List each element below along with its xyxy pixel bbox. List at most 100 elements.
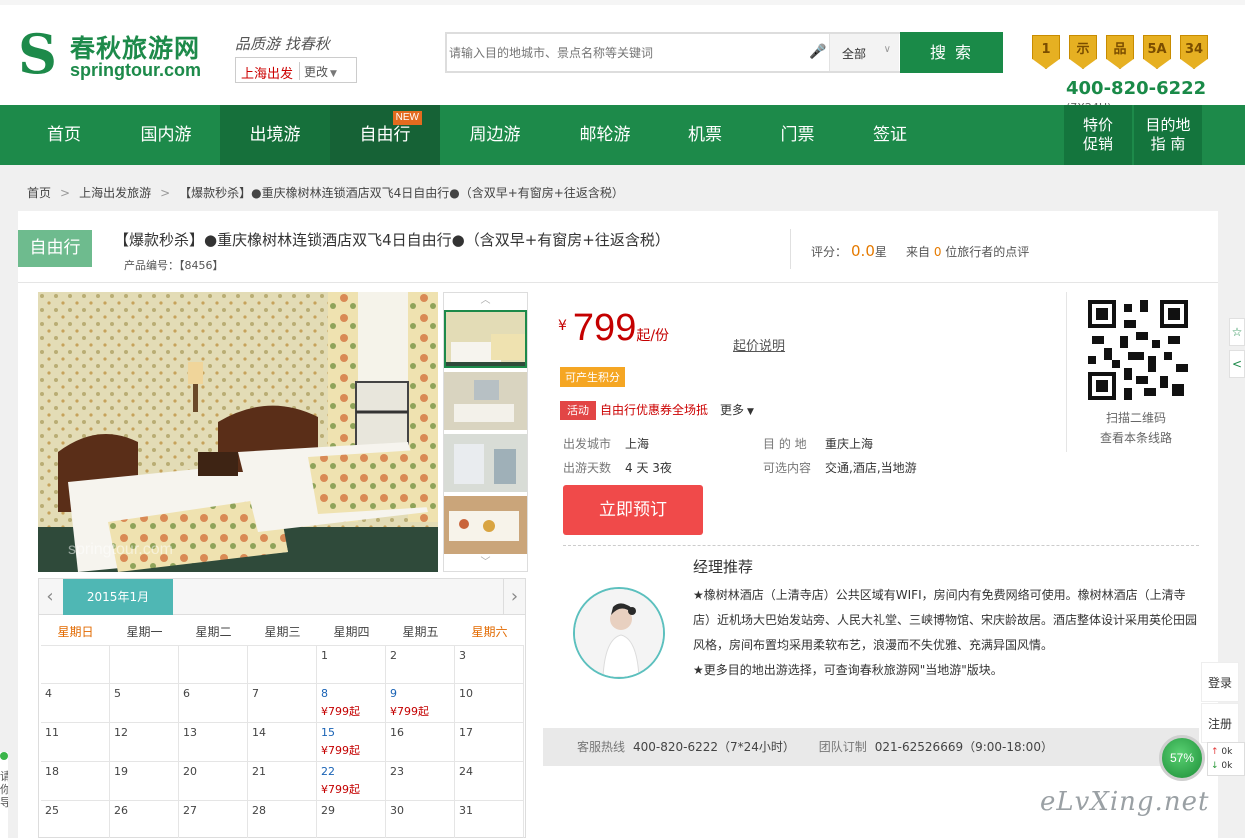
- site-logo[interactable]: S 春秋旅游网 springtour.com: [18, 27, 218, 83]
- thumb-scroll-up-icon[interactable]: ︿: [444, 293, 527, 309]
- certification-badge[interactable]: 品: [1106, 35, 1134, 69]
- group-order-phone: 021-62526669（9:00-18:00）: [874, 740, 1053, 754]
- product-type-tag: 自由行: [18, 230, 92, 267]
- calendar-day-number: 16: [390, 726, 404, 739]
- calendar-day: 1: [317, 645, 386, 684]
- slogan: 品质游 找春秋: [235, 35, 330, 53]
- calendar-day-price: ¥799起: [321, 705, 360, 718]
- nav-right-item[interactable]: 目的地指 南: [1134, 105, 1202, 165]
- photo-thumbnail[interactable]: [444, 372, 527, 430]
- calendar-next-icon[interactable]: ›: [503, 579, 525, 615]
- departure-city-info: 出发城市 上海: [563, 437, 650, 451]
- nav-item[interactable]: 出境游: [220, 105, 330, 165]
- calendar-day-price: ¥799起: [321, 744, 360, 757]
- thumb-scroll-down-icon[interactable]: ﹀: [444, 555, 527, 571]
- weekday-label: 星期六: [471, 625, 508, 639]
- options-info: 可选内容 交通,酒店,当地游: [763, 461, 917, 475]
- calendar-day[interactable]: 22 ¥799起: [317, 762, 386, 801]
- microphone-icon[interactable]: 🎤: [809, 44, 826, 60]
- rating-score: 0.0: [851, 242, 875, 260]
- price-unit: 起/份: [636, 328, 670, 344]
- search-button[interactable]: 搜 索: [900, 32, 1003, 73]
- speed-meter[interactable]: 57%: [1159, 735, 1205, 781]
- review-count[interactable]: 0: [934, 245, 942, 259]
- destination-info: 目 的 地重庆上海: [763, 437, 874, 451]
- weekday-label: 星期四: [333, 625, 370, 639]
- calendar-day-number: 25: [45, 804, 59, 817]
- register-button[interactable]: 注册: [1201, 703, 1239, 743]
- calendar-day-number: 15: [321, 726, 335, 739]
- weekday-label: 星期二: [195, 625, 232, 639]
- photo-thumbnail[interactable]: [444, 434, 527, 492]
- calendar-prev-icon[interactable]: ‹: [39, 579, 61, 615]
- certification-badge[interactable]: 5A: [1143, 35, 1171, 69]
- service-info-bar: 客服热线 400-820-6222（7*24小时） 团队订制 021-6252666…: [543, 728, 1199, 766]
- nav-item[interactable]: 邮轮游: [550, 105, 660, 165]
- calendar-month-tab[interactable]: 2015年1月: [63, 579, 173, 615]
- certification-badge[interactable]: 示: [1069, 35, 1097, 69]
- calendar-day[interactable]: 8 ¥799起: [317, 684, 386, 723]
- login-button[interactable]: 登录: [1201, 662, 1239, 702]
- promotion-row: 活动 自由行优惠券全场抵 更多 ▼: [560, 401, 754, 420]
- price-value: 799: [572, 307, 637, 349]
- calendar-day[interactable]: 9 ¥799起: [386, 684, 455, 723]
- calendar-day-number: 26: [114, 804, 128, 817]
- calendar-day-number: 11: [45, 726, 59, 739]
- share-icon[interactable]: <: [1229, 350, 1245, 378]
- price-note-link[interactable]: 起价说明: [733, 335, 785, 354]
- calendar-day-price: ¥799起: [390, 705, 429, 718]
- calendar-header: ‹ 2015年1月 ›: [39, 579, 525, 615]
- search-scope-select[interactable]: 全部 ∨: [829, 34, 899, 71]
- nav-item[interactable]: 国内游: [120, 105, 212, 165]
- more-promos-button[interactable]: 更多 ▼: [720, 403, 754, 417]
- breadcrumb-item[interactable]: 首页: [27, 186, 51, 200]
- photo-thumbnail-strip: ︿ ﹀: [443, 292, 528, 572]
- nav-item[interactable]: 门票: [750, 105, 845, 165]
- calendar-day: 13: [179, 723, 248, 762]
- nav-item[interactable]: 首页: [18, 105, 110, 165]
- certification-badge[interactable]: 1: [1032, 35, 1060, 69]
- nav-item[interactable]: 周边游: [440, 105, 550, 165]
- new-badge: NEW: [392, 111, 422, 125]
- calendar-day-number: 3: [459, 649, 466, 662]
- calendar-day-number: 4: [45, 687, 52, 700]
- departure-city-selector[interactable]: 上海出发 更改 ▼: [235, 57, 357, 83]
- product-title: 【爆款秒杀】●重庆橡树林连锁酒店双飞4日自由行●（含双早+有窗房+往返含税）产品…: [114, 231, 670, 272]
- book-now-button[interactable]: 立即预订: [563, 485, 703, 535]
- calendar-day: 18: [41, 762, 110, 801]
- manager-recommend-title: 经理推荐: [693, 558, 754, 576]
- departure-calendar: ‹ 2015年1月 › 星期日 星期一 星期二 星期三 星期四 星期五 星期六 123456…: [38, 578, 526, 838]
- nav-item[interactable]: 签证: [845, 105, 935, 165]
- chevron-down-icon: ▼: [330, 69, 337, 79]
- logo-text-en: springtour.com: [70, 60, 202, 80]
- certification-badge[interactable]: 34: [1180, 35, 1208, 69]
- nav-right-item[interactable]: 特价 促销: [1064, 105, 1132, 165]
- weekday-label: 星期五: [402, 625, 439, 639]
- nav-item[interactable]: 自由行 NEW: [330, 105, 440, 165]
- promo-tag: 活动: [560, 401, 596, 420]
- breadcrumb-item[interactable]: 上海出发旅游: [79, 186, 151, 200]
- calendar-day: 11: [41, 723, 110, 762]
- breadcrumb: 首页 > 上海出发旅游 > 【爆款秒杀】●重庆橡树林连锁酒店双飞4日自由行●（含双早+有…: [27, 184, 624, 201]
- main-product-photo[interactable]: springtour.com: [38, 292, 438, 572]
- calendar-day-number: 9: [390, 687, 397, 700]
- search-input[interactable]: [449, 40, 804, 66]
- change-city-button[interactable]: 更改 ▼: [299, 62, 341, 80]
- star-icon[interactable]: ☆: [1229, 318, 1245, 346]
- calendar-day: 21: [248, 762, 317, 801]
- price-currency: ¥: [558, 318, 567, 334]
- photo-thumbnail[interactable]: [444, 310, 527, 368]
- calendar-day: [110, 645, 179, 684]
- qr-caption: 扫描二维码 查看本条线路: [1099, 411, 1172, 445]
- nav-item[interactable]: 机票: [660, 105, 750, 165]
- calendar-day: 24: [455, 762, 524, 801]
- photo-thumbnail[interactable]: [444, 496, 527, 554]
- download-arrow-icon: ↓: [1211, 761, 1219, 771]
- calendar-day: [248, 645, 317, 684]
- calendar-day[interactable]: 15 ¥799起: [317, 723, 386, 762]
- left-float-strip[interactable]: 请你导: [0, 752, 8, 838]
- watermark: eLvXing.net: [1040, 787, 1210, 817]
- calendar-day: 25: [41, 801, 110, 838]
- promo-link[interactable]: 自由行优惠券全场抵: [600, 403, 708, 417]
- calendar-day-number: 2: [390, 649, 397, 662]
